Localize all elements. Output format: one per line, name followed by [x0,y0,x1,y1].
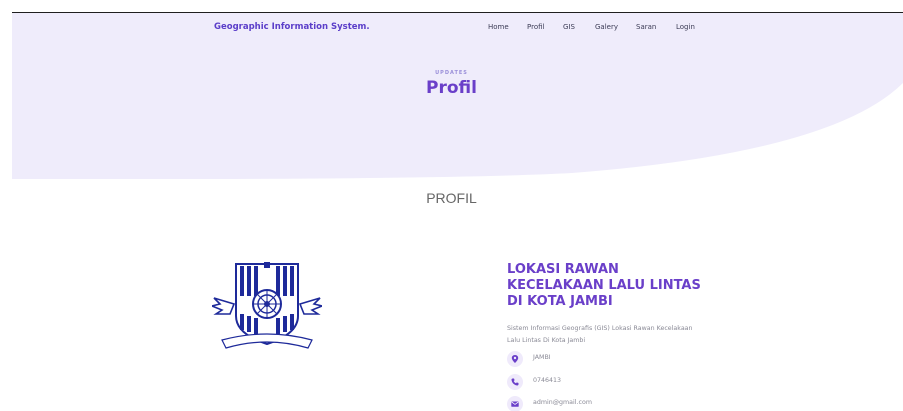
org-description: Sistem Informasi Geografis (GIS) Lokasi … [507,323,737,347]
org-description-line: Sistem Informasi Geografis (GIS) Lokasi … [507,325,693,332]
org-title-line: KECELAKAAN LALU LINTAS [507,278,701,293]
email-value[interactable]: admin@gmail.com [533,399,592,406]
page: Geographic Information System. Home Prof… [0,0,903,411]
org-title: LOKASI RAWAN KECELAKAAN LALU LINTAS DI K… [507,262,747,310]
org-title-line: DI KOTA JAMBI [507,294,613,309]
hero-kicker: UPDATES [435,70,468,76]
contact-email[interactable]: admin@gmail.com [507,396,707,411]
hero-title: Profil [426,78,477,98]
brand-title[interactable]: Geographic Information System. [214,22,370,32]
org-description-line: Lalu Lintas Di Kota Jambi [507,337,586,344]
phone-icon [507,374,523,390]
police-emblem-logo [209,258,325,350]
nav-profil[interactable]: Profil [527,23,544,31]
section-title: PROFIL [426,190,477,206]
email-icon [507,396,523,411]
nav-home[interactable]: Home [488,23,509,31]
nav-saran[interactable]: Saran [636,23,656,31]
contact-phone: 0746413 [507,374,707,390]
nav-galery[interactable]: Galery [595,23,618,31]
contact-location: JAMBI [507,351,707,367]
map-pin-icon [507,351,523,367]
nav-login[interactable]: Login [676,23,695,31]
phone-value: 0746413 [533,377,562,384]
location-value: JAMBI [533,354,551,361]
nav-gis[interactable]: GIS [563,23,575,31]
org-title-line: LOKASI RAWAN [507,262,619,277]
